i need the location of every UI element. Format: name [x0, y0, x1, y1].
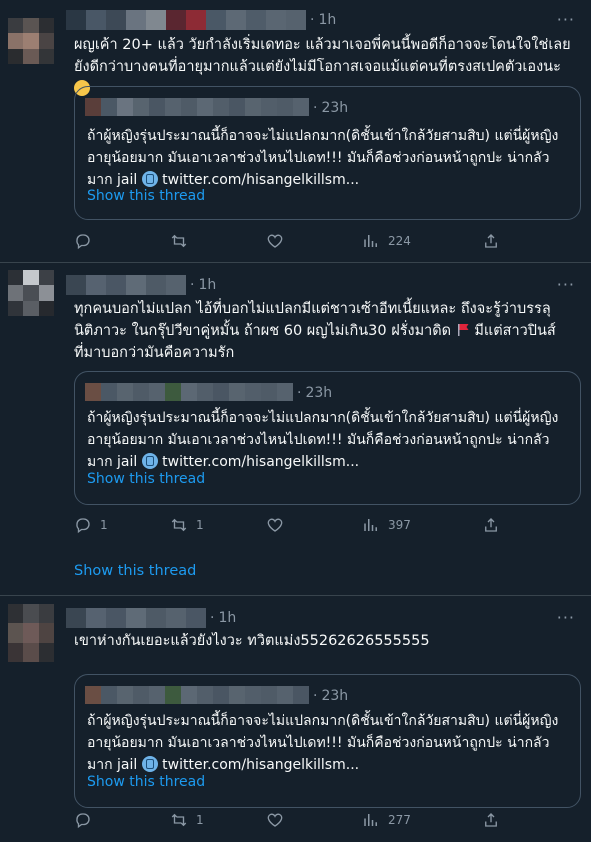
- views-button[interactable]: 224: [362, 232, 411, 250]
- share-button[interactable]: [482, 232, 500, 250]
- show-thread-link[interactable]: Show this thread: [87, 471, 205, 487]
- tweet[interactable]: · 1h ··· ทุกคนบอกไม่แปลก ไอ้ที่บอกไม่แปล…: [0, 263, 591, 596]
- heart-icon: [267, 234, 283, 248]
- quoted-tweet[interactable]: · 23h ถ้าผู้หญิงรุ่นประมาณนี้ก็อาจจะไม่แ…: [74, 86, 581, 220]
- views-button[interactable]: 397: [362, 516, 411, 534]
- blurred-username[interactable]: [66, 608, 206, 628]
- share-icon: [485, 813, 497, 827]
- heart-icon: [267, 518, 283, 532]
- reply-button[interactable]: [74, 811, 100, 829]
- reply-icon: [76, 813, 90, 829]
- timestamp[interactable]: 1h: [198, 277, 216, 293]
- reply-icon: [76, 234, 90, 250]
- retweet-button[interactable]: 1: [170, 516, 204, 534]
- tweet-header: · 1h: [66, 9, 336, 31]
- retweet-button[interactable]: 1: [170, 811, 204, 829]
- like-button[interactable]: [266, 811, 292, 829]
- quoted-tweet-header: · 23h: [85, 686, 349, 706]
- quoted-tweet-header: · 23h: [85, 383, 333, 403]
- show-thread-link[interactable]: Show this thread: [87, 774, 205, 790]
- retweet-icon: [171, 234, 187, 248]
- retweet-icon: [171, 813, 187, 827]
- blurred-username: [85, 98, 309, 118]
- more-options-icon[interactable]: ···: [557, 10, 575, 29]
- quoted-tweet[interactable]: · 23h ถ้าผู้หญิงรุ่นประมาณนี้ก็อาจจะไม่แ…: [74, 371, 581, 505]
- quoted-timestamp: 23h: [321, 688, 349, 704]
- retweet-button[interactable]: [170, 232, 196, 250]
- tweet[interactable]: · 1h ··· ผญเค้า 20+ แล้ว วัยกำลังเริ่มเด…: [0, 0, 591, 263]
- blurred-username[interactable]: [66, 10, 306, 30]
- reply-button[interactable]: 1: [74, 516, 108, 534]
- quoted-text: ถ้าผู้หญิงรุ่นประมาณนี้ก็อาจจะไม่แปลกมาก…: [87, 128, 559, 188]
- avatar[interactable]: [8, 604, 54, 662]
- like-button[interactable]: [266, 516, 292, 534]
- tweet-header: · 1h: [66, 607, 236, 629]
- blurred-username: [85, 686, 309, 706]
- more-options-icon[interactable]: ···: [557, 275, 575, 294]
- views-button[interactable]: 277: [362, 811, 411, 829]
- timestamp[interactable]: 1h: [218, 610, 236, 626]
- quoted-link[interactable]: twitter.com/hisangelkillsm...: [162, 757, 359, 773]
- retweet-icon: [171, 518, 187, 532]
- analytics-icon: [364, 235, 377, 247]
- tweet-actions: 1 277: [74, 811, 504, 831]
- avatar[interactable]: [8, 18, 54, 64]
- tweet-actions: 1 1 397: [74, 516, 504, 536]
- show-thread-link[interactable]: Show this thread: [87, 188, 205, 204]
- tweet[interactable]: · 1h ··· เขาห่างกันเยอะแล้วยังไงวะ ทวิตแ…: [0, 596, 591, 842]
- quoted-link[interactable]: twitter.com/hisangelkillsm...: [162, 172, 359, 188]
- quoted-text: ถ้าผู้หญิงรุ่นประมาณนี้ก็อาจจะไม่แปลกมาก…: [87, 713, 559, 773]
- tweet-text: เขาห่างกันเยอะแล้วยังไงวะ ทวิตแม่ง552626…: [74, 633, 430, 649]
- quoted-link[interactable]: twitter.com/hisangelkillsm...: [162, 454, 359, 470]
- more-options-icon[interactable]: ···: [557, 608, 575, 627]
- quoted-tweet-header: · 23h: [85, 98, 349, 118]
- jail-emoji: [141, 453, 158, 469]
- jail-emoji: [141, 756, 158, 772]
- reply-button[interactable]: [74, 232, 100, 250]
- analytics-icon: [364, 814, 377, 826]
- analytics-icon: [364, 519, 377, 531]
- blurred-username[interactable]: [66, 275, 186, 295]
- share-button[interactable]: [482, 811, 500, 829]
- show-this-thread-link[interactable]: Show this thread: [74, 563, 196, 579]
- tweet-text: ทุกคนบอกไม่แปลก ไอ้ที่บอกไม่แปลกมีแต่ชาว…: [74, 301, 556, 361]
- quoted-timestamp: 23h: [305, 385, 333, 401]
- quoted-tweet[interactable]: · 23h ถ้าผู้หญิงรุ่นประมาณนี้ก็อาจจะไม่แ…: [74, 674, 581, 808]
- tweet-header: · 1h: [66, 274, 216, 296]
- red-flag-emoji: [457, 324, 469, 336]
- share-icon: [485, 234, 497, 248]
- like-button[interactable]: [266, 232, 292, 250]
- jail-emoji: [141, 171, 158, 187]
- quoted-text: ถ้าผู้หญิงรุ่นประมาณนี้ก็อาจจะไม่แปลกมาก…: [87, 410, 559, 470]
- quoted-timestamp: 23h: [321, 100, 349, 116]
- blurred-username: [85, 383, 293, 403]
- timestamp[interactable]: 1h: [318, 12, 336, 28]
- heart-icon: [267, 813, 283, 827]
- share-icon: [485, 518, 497, 532]
- avatar[interactable]: [8, 270, 54, 316]
- share-button[interactable]: [482, 516, 500, 534]
- tweet-actions: 224: [74, 232, 504, 252]
- reply-icon: [76, 518, 90, 534]
